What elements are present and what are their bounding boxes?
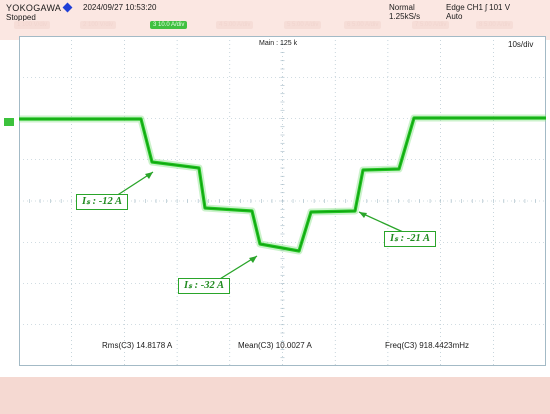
annotation-is-12a: Iₛ : -12 A — [76, 194, 128, 210]
acquisition-settings: Normal 1.25kS/s — [389, 3, 420, 21]
channel-6-tab[interactable]: 6 5.00 A/div — [344, 21, 382, 29]
sample-rate: 1.25kS/s — [389, 12, 421, 21]
header-bar: YOKOGAWA 2024/09/27 10:53:20 Stopped Nor… — [0, 0, 550, 40]
brand-logo: YOKOGAWA — [6, 3, 62, 13]
measurement-rms: Rms(C3) 14.8178 A — [102, 341, 173, 350]
channel-8-tab[interactable]: 8 5.00 A/div — [476, 21, 514, 29]
channel-7-tab[interactable]: 7 5.00 A/div — [412, 21, 450, 29]
channel-3-ground-marker — [4, 118, 14, 126]
footer-bar — [0, 377, 550, 414]
measurement-mean: Mean(C3) 10.0027 A — [238, 341, 312, 350]
acq-mode: Normal — [389, 3, 415, 12]
oscilloscope-screen: YOKOGAWA 2024/09/27 10:53:20 Stopped Nor… — [0, 0, 550, 414]
channel-3-tab[interactable]: 3 10.0 A/div — [150, 21, 188, 29]
measurement-freq: Freq(C3) 918.4423mHz — [385, 341, 470, 350]
main-zoom-label: Main : 125 k — [259, 40, 298, 47]
annotation-is-32a: Iₛ : -32 A — [178, 278, 230, 294]
channel-4-tab[interactable]: 4 5.00 A/div — [216, 21, 254, 29]
channel-5-tab[interactable]: 5 5.00 A/div — [284, 21, 322, 29]
trigger-source: Edge CH1 ʃ 101 V — [446, 3, 511, 12]
time-div-label: 10s/div — [508, 40, 534, 49]
run-status-diamond-icon — [62, 2, 73, 13]
annotation-is-21a: Iₛ : -21 A — [384, 231, 436, 247]
trigger-settings: Edge CH1 ʃ 101 V Auto — [446, 3, 510, 21]
channel-2-tab[interactable]: 2 100 V/div — [80, 21, 117, 29]
channel-1-tab[interactable]: 1 100 V/div — [14, 21, 51, 29]
datetime: 2024/09/27 10:53:20 — [83, 3, 157, 12]
trigger-mode: Auto — [446, 12, 463, 21]
